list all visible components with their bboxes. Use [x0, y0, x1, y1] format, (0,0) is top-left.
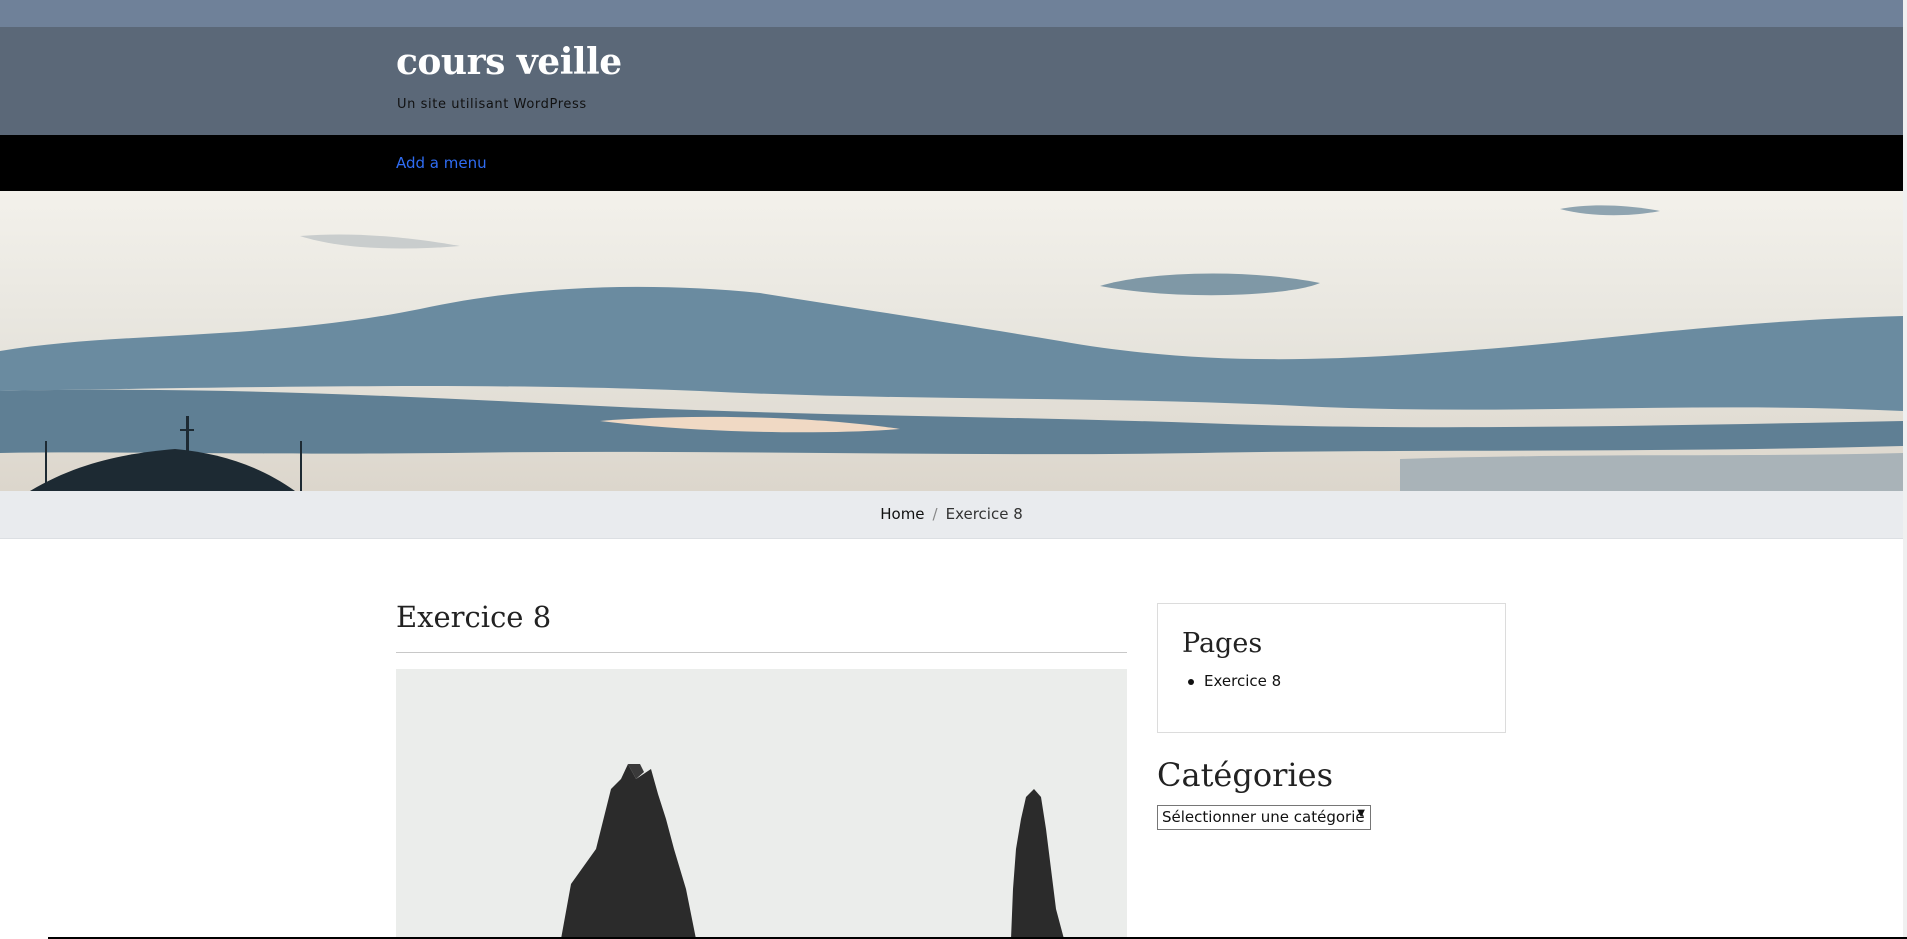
top-bar	[0, 0, 1907, 27]
sea-stacks-image	[396, 669, 1127, 939]
pages-list: Exercice 8	[1182, 672, 1281, 690]
header-image	[0, 191, 1903, 491]
category-select[interactable]: Sélectionner une catégorie ▼	[1157, 805, 1371, 830]
breadcrumb-home-link[interactable]: Home	[880, 505, 924, 523]
title-divider	[396, 652, 1127, 653]
pages-widget-title: Pages	[1182, 628, 1263, 659]
scrollbar[interactable]	[1903, 0, 1907, 939]
list-item: Exercice 8	[1187, 672, 1281, 690]
header-landscape-image	[0, 191, 1903, 491]
site-title[interactable]: cours veille	[396, 41, 622, 83]
add-menu-link[interactable]: Add a menu	[396, 154, 487, 172]
dropdown-arrow-icon: ▼	[1357, 808, 1365, 819]
breadcrumb: Home / Exercice 8	[0, 505, 1903, 523]
category-select-value: Sélectionner une catégorie	[1162, 808, 1365, 826]
site-description: Un site utilisant WordPress	[397, 97, 587, 112]
site-header: cours veille Un site utilisant WordPress	[0, 27, 1907, 135]
page-link-exercice-8[interactable]: Exercice 8	[1204, 672, 1281, 690]
main-navigation: Add a menu	[0, 135, 1903, 191]
breadcrumb-bar: Home / Exercice 8	[0, 491, 1903, 539]
featured-image	[396, 669, 1127, 939]
post-title: Exercice 8	[396, 600, 552, 634]
categories-widget-title: Catégories	[1157, 756, 1333, 794]
pages-widget: Pages Exercice 8	[1157, 603, 1506, 733]
breadcrumb-separator: /	[932, 505, 938, 523]
breadcrumb-current: Exercice 8	[945, 505, 1023, 523]
